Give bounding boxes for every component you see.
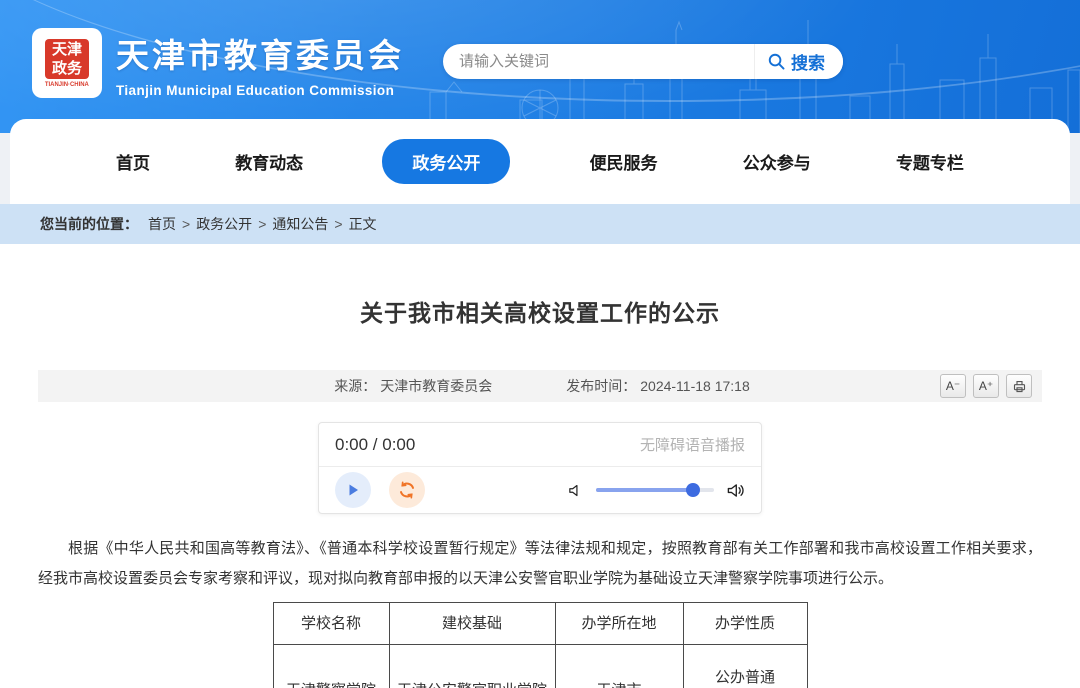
article-publish-time: 发布时间：2024-11-18 17:18 bbox=[562, 376, 750, 396]
breadcrumb-item-current: 正文 bbox=[349, 214, 377, 234]
search-button-label: 搜索 bbox=[791, 49, 825, 74]
audio-player-controls bbox=[319, 467, 761, 513]
nav-item-special-columns[interactable]: 专题专栏 bbox=[890, 139, 970, 184]
replay-icon bbox=[397, 480, 417, 500]
audio-player-header: 0:00 / 0:00 无障碍语音播报 bbox=[319, 423, 761, 467]
breadcrumb-label: 您当前的位置： bbox=[40, 214, 138, 234]
table-header-founding-basis: 建校基础 bbox=[389, 603, 555, 645]
cell-school-type-text: 公办普通本科高校 bbox=[684, 665, 807, 688]
volume-fill bbox=[596, 488, 693, 492]
site-logo[interactable]: 天津 政务 TIANJIN·CHINA bbox=[32, 28, 102, 98]
breadcrumb-separator: > bbox=[258, 216, 266, 232]
table-header-school-type: 办学性质 bbox=[683, 603, 807, 645]
seal-caption: TIANJIN·CHINA bbox=[45, 81, 89, 87]
search-bar: 搜索 bbox=[443, 44, 843, 79]
cell-school-type: 公办普通本科高校 bbox=[683, 645, 807, 688]
font-decrease-button[interactable]: A⁻ bbox=[940, 374, 966, 398]
table-header-row: 学校名称 建校基础 办学所在地 办学性质 bbox=[273, 603, 807, 645]
breadcrumb-item-home[interactable]: 首页 bbox=[148, 214, 176, 234]
search-button[interactable]: 搜索 bbox=[754, 44, 843, 79]
site-title: 天津市教育委员会 bbox=[116, 29, 404, 77]
cell-founding-basis: 天津公安警官职业学院 bbox=[389, 645, 555, 688]
breadcrumb-separator: > bbox=[182, 216, 190, 232]
site-subtitle: Tianjin Municipal Education Commission bbox=[116, 83, 404, 98]
article-body-paragraph: 根据《中华人民共和国高等教育法》、《普通本科学校设置暂行规定》等法律法规和规定，… bbox=[38, 534, 1042, 594]
play-icon bbox=[345, 482, 361, 498]
audio-player: 0:00 / 0:00 无障碍语音播报 bbox=[318, 422, 762, 514]
nav-wrap: 首页 教育动态 政务公开 便民服务 公众参与 专题专栏 bbox=[10, 119, 1070, 204]
breadcrumb-item-government-affairs[interactable]: 政务公开 bbox=[196, 214, 252, 234]
volume-controls bbox=[567, 481, 745, 500]
publish-time-value: 2024-11-18 17:18 bbox=[640, 378, 750, 394]
volume-mute-icon[interactable] bbox=[567, 482, 584, 499]
article-source: 来源：天津市教育委员会 bbox=[330, 376, 492, 396]
main-nav: 首页 教育动态 政务公开 便民服务 公众参与 专题专栏 bbox=[10, 119, 1070, 204]
volume-loud-icon[interactable] bbox=[726, 481, 745, 500]
brand-text: 天津市教育委员会 Tianjin Municipal Education Com… bbox=[116, 29, 404, 98]
audio-caption: 无障碍语音播报 bbox=[640, 434, 745, 455]
breadcrumb-separator: > bbox=[334, 216, 342, 232]
volume-thumb[interactable] bbox=[686, 483, 700, 497]
volume-slider[interactable] bbox=[596, 483, 714, 497]
city-skyline-decoration bbox=[420, 0, 1080, 133]
nav-item-public-services[interactable]: 便民服务 bbox=[584, 139, 664, 184]
article-meta-bar: 来源：天津市教育委员会 发布时间：2024-11-18 17:18 A⁻ A⁺ bbox=[38, 370, 1042, 402]
school-info-table: 学校名称 建校基础 办学所在地 办学性质 天津警察学院 天津公安警官职业学院 天… bbox=[273, 602, 808, 688]
nav-item-government-affairs[interactable]: 政务公开 bbox=[382, 139, 510, 184]
table-header-school-name: 学校名称 bbox=[273, 603, 389, 645]
article-title: 关于我市相关高校设置工作的公示 bbox=[0, 244, 1080, 328]
play-button[interactable] bbox=[335, 472, 371, 508]
meta-tools: A⁻ A⁺ bbox=[940, 374, 1032, 398]
replay-button[interactable] bbox=[389, 472, 425, 508]
font-increase-button[interactable]: A⁺ bbox=[973, 374, 999, 398]
printer-icon bbox=[1012, 379, 1027, 394]
site-header: 天津 政务 TIANJIN·CHINA 天津市教育委员会 Tianjin Mun… bbox=[0, 0, 1080, 133]
nav-item-education-news[interactable]: 教育动态 bbox=[229, 139, 309, 184]
source-value: 天津市教育委员会 bbox=[380, 378, 492, 394]
seal-line1: 天津 bbox=[45, 40, 89, 59]
seal-icon: 天津 政务 bbox=[45, 39, 89, 79]
source-label: 来源： bbox=[334, 378, 376, 394]
seal-line2: 政务 bbox=[45, 59, 89, 78]
cell-school-name: 天津警察学院 bbox=[273, 645, 389, 688]
audio-time: 0:00 / 0:00 bbox=[335, 435, 415, 455]
publish-time-label: 发布时间： bbox=[566, 378, 636, 394]
breadcrumb-item-notices[interactable]: 通知公告 bbox=[272, 214, 328, 234]
search-icon bbox=[767, 52, 786, 71]
search-input[interactable] bbox=[443, 44, 754, 79]
nav-item-home[interactable]: 首页 bbox=[110, 139, 156, 184]
article-content: 关于我市相关高校设置工作的公示 来源：天津市教育委员会 发布时间：2024-11… bbox=[0, 244, 1080, 688]
nav-item-public-participation[interactable]: 公众参与 bbox=[737, 139, 817, 184]
brand: 天津 政务 TIANJIN·CHINA 天津市教育委员会 Tianjin Mun… bbox=[32, 28, 404, 98]
print-button[interactable] bbox=[1006, 374, 1032, 398]
cell-location: 天津市 bbox=[555, 645, 683, 688]
breadcrumb: 您当前的位置： 首页 > 政务公开 > 通知公告 > 正文 bbox=[0, 204, 1080, 244]
table-header-location: 办学所在地 bbox=[555, 603, 683, 645]
table-row: 天津警察学院 天津公安警官职业学院 天津市 公办普通本科高校 bbox=[273, 645, 807, 688]
